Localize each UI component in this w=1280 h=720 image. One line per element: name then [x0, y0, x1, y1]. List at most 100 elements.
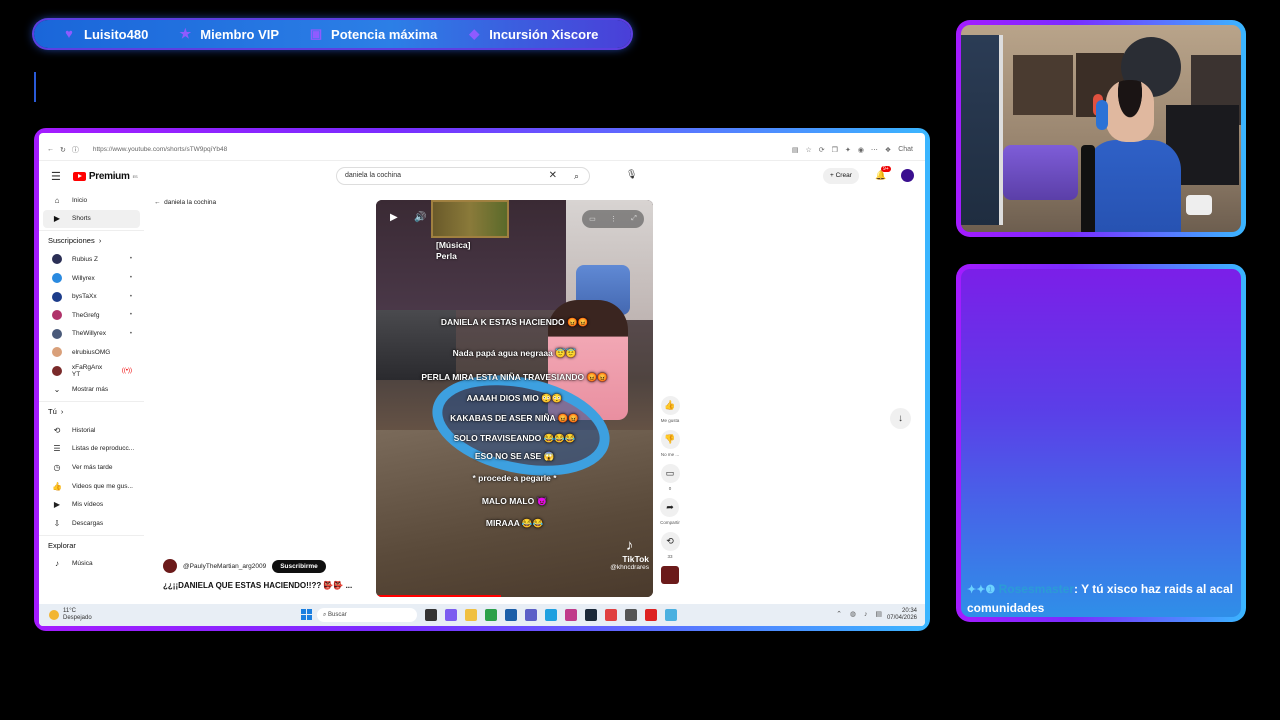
- dislike-action[interactable]: 👎 No me ...: [660, 430, 680, 457]
- overlay-text-line: Nada papá agua negraaa 😇😇: [452, 348, 577, 358]
- webcam-scene: [1003, 145, 1078, 200]
- short-video-player[interactable]: ▶ 🔊 ▭ ⋮ ⤢ [Música] Perla DANIELA K ESTAS…: [376, 200, 653, 597]
- top-bar-label: Incursión Xiscore: [489, 26, 599, 42]
- app-icon[interactable]: [665, 609, 677, 621]
- teams-icon[interactable]: [525, 609, 537, 621]
- audio-thumbnail[interactable]: [661, 566, 679, 584]
- refresh-icon[interactable]: ⟳: [819, 146, 825, 154]
- app-icon[interactable]: [485, 609, 497, 621]
- sidebar-item-home[interactable]: ⌂ Inicio: [43, 191, 140, 210]
- subscription-item[interactable]: Willyrex •: [43, 269, 140, 288]
- settings-icon[interactable]: [625, 609, 637, 621]
- windows-start-icon[interactable]: [301, 609, 312, 620]
- create-button[interactable]: + Crear: [823, 168, 859, 184]
- time: 20:34: [901, 608, 917, 614]
- next-short-button[interactable]: ↓: [890, 408, 911, 429]
- channel-avatar: [52, 328, 62, 339]
- remix-action[interactable]: ⟲ 33: [660, 532, 680, 559]
- menu-icon[interactable]: ☰: [51, 170, 61, 183]
- thumbs-down-icon[interactable]: 👎: [660, 430, 680, 449]
- channel-name[interactable]: @PaulyTheMartian_arg2009: [183, 563, 266, 570]
- sidebar-item-shorts[interactable]: ▶ Shorts: [43, 209, 140, 229]
- tiktok-icon: ♪: [625, 537, 634, 554]
- sidebar-item-playlist[interactable]: ☰ Listas de reproducc...: [43, 440, 140, 459]
- you-heading[interactable]: Tú ›: [39, 400, 144, 421]
- gift-icon: ▣: [309, 26, 323, 41]
- reload-icon[interactable]: ↻: [60, 146, 66, 154]
- app-icon[interactable]: [505, 609, 517, 621]
- overlay-text-line: * procede a pegarle *: [472, 473, 557, 483]
- subscription-item[interactable]: elrubiusOMG: [43, 343, 140, 362]
- back-icon[interactable]: ←: [47, 146, 54, 153]
- sidebar-item-label: TheWillyrex: [72, 330, 106, 338]
- channel-avatar[interactable]: [163, 559, 177, 573]
- comment-action[interactable]: ▭ 0: [660, 464, 680, 491]
- create-label: Crear: [835, 172, 852, 179]
- favorite-icon[interactable]: ☆: [806, 146, 812, 154]
- share-icon[interactable]: ➦: [660, 498, 680, 517]
- subscription-item[interactable]: bysTaXx •: [43, 287, 140, 306]
- avatar[interactable]: [901, 169, 914, 182]
- sidebar-item-history[interactable]: ⟲ Historial: [43, 421, 140, 440]
- captions-icon[interactable]: ▭: [589, 215, 596, 223]
- copilot-icon[interactable]: ❖: [885, 146, 891, 154]
- short-title[interactable]: ¿¿¡¡DANIELA QUE ESTAS HACIENDO!!?? 👺👺 ..…: [163, 581, 352, 590]
- microphone-icon[interactable]: 🎙: [626, 169, 637, 180]
- sidebar-item-download[interactable]: ⇩ Descargas: [43, 514, 140, 533]
- thumbs-up-icon[interactable]: 👍: [660, 396, 680, 415]
- address-bar[interactable]: https://www.youtube.com/shorts/sTW9pqiYb…: [93, 146, 227, 153]
- sidebar-item-music[interactable]: ♪ Música: [43, 555, 140, 574]
- system-tray[interactable]: ⌃ ◍ ♪ ▤: [836, 610, 885, 618]
- copilot-label[interactable]: Chat: [898, 146, 913, 153]
- search-icon[interactable]: ⌕: [574, 168, 579, 184]
- clock[interactable]: 20:34 07/04/2026: [887, 608, 917, 622]
- clear-search-icon[interactable]: ✕: [549, 168, 557, 184]
- app-icon[interactable]: [605, 609, 617, 621]
- like-action[interactable]: 👍 Me gusta: [660, 396, 680, 423]
- more-icon[interactable]: ⋯: [871, 146, 878, 154]
- subscription-item[interactable]: xFaRgAnx YT ((•)): [43, 362, 140, 381]
- channel-avatar: [52, 366, 62, 377]
- video-options: ▭ ⋮ ⤢: [582, 210, 644, 228]
- steam-icon[interactable]: [585, 609, 597, 621]
- file-explorer-icon[interactable]: [465, 609, 477, 621]
- weather-widget[interactable]: 11°C Despejado: [49, 608, 92, 622]
- video-progress[interactable]: [376, 595, 501, 597]
- extension-icon[interactable]: ✦: [845, 146, 851, 154]
- overlay-text-line: ESO NO SE ASE 😱: [474, 451, 555, 461]
- collections-icon[interactable]: ❐: [832, 146, 838, 154]
- back-to-search[interactable]: ← daniela la cochina: [154, 199, 216, 206]
- screen-capture: ← ↻ ⓘ https://www.youtube.com/shorts/sTW…: [39, 133, 925, 626]
- reader-icon[interactable]: ▤: [792, 146, 799, 154]
- info-icon[interactable]: ⓘ: [72, 145, 79, 155]
- subscription-item[interactable]: TheWillyrex •: [43, 325, 140, 344]
- subscribe-button[interactable]: Suscribirme: [272, 559, 326, 573]
- overlay-text-line: AAAAH DIOS MIO 😳😳: [466, 393, 563, 403]
- sidebar-item-like[interactable]: 👍 Videos que me gus...: [43, 477, 140, 496]
- edge-icon[interactable]: [545, 609, 557, 621]
- sidebar-item-label: Rubius Z: [72, 255, 99, 263]
- volume-icon[interactable]: 🔊: [414, 212, 426, 223]
- overlay-text-line: KAKABAS DE ASER NIÑA 😡😡: [450, 413, 579, 423]
- sidebar-item-video[interactable]: ▶ Mis vídeos: [43, 495, 140, 514]
- taskbar-search[interactable]: ⌕ Buscar: [317, 608, 417, 622]
- show-more-button[interactable]: ⌄ Mostrar más: [43, 380, 140, 399]
- play-icon[interactable]: ▶: [390, 212, 398, 223]
- comment-icon[interactable]: ▭: [660, 464, 680, 483]
- copilot-app-icon[interactable]: [445, 609, 457, 621]
- task-view-icon[interactable]: [425, 609, 437, 621]
- fullscreen-icon[interactable]: ⤢: [631, 215, 637, 223]
- more-vert-icon[interactable]: ⋮: [610, 215, 617, 223]
- youtube-logo[interactable]: Premium ES: [72, 171, 138, 182]
- live-indicator: ((•)): [121, 368, 132, 375]
- sidebar-item-clock[interactable]: ◷ Ver más tarde: [43, 458, 140, 477]
- profile-icon[interactable]: ◉: [858, 146, 864, 154]
- subscription-item[interactable]: Rubius Z •: [43, 250, 140, 269]
- app-icon[interactable]: [645, 609, 657, 621]
- app-icon[interactable]: [565, 609, 577, 621]
- subscription-item[interactable]: TheGrefg •: [43, 306, 140, 325]
- subscriptions-heading[interactable]: Suscripciones ›: [39, 230, 144, 250]
- share-action[interactable]: ➦ Compartir: [660, 498, 680, 525]
- remix-icon[interactable]: ⟲: [660, 532, 680, 551]
- search-input[interactable]: daniela la cochina ✕ ⌕: [336, 167, 590, 185]
